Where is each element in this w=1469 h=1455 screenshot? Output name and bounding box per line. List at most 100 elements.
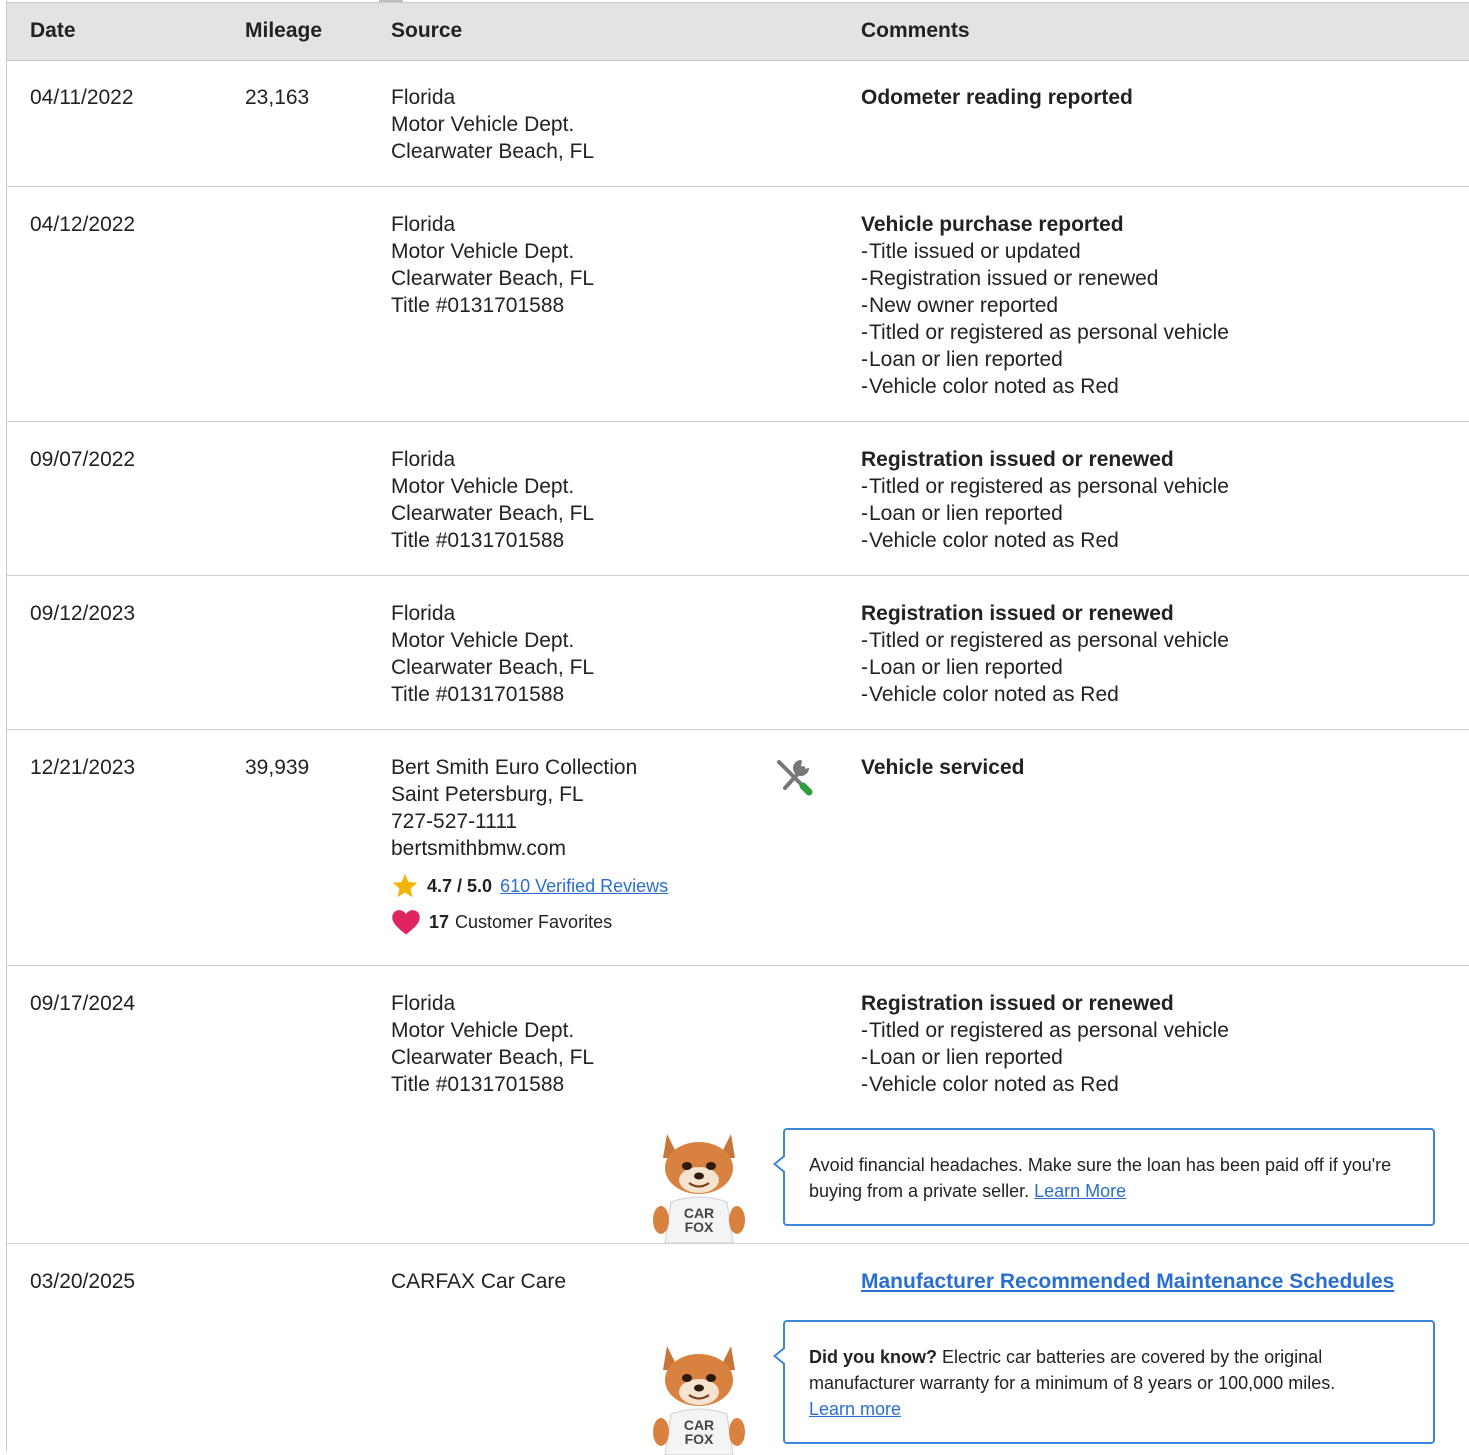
rating-score: 4.7 / 5.0 [427,876,493,896]
source-line: Motor Vehicle Dept. [391,113,575,136]
comment-detail: Loan or lien reported [861,1044,1229,1071]
table-row: 09/17/2024 Florida Motor Vehicle Dept. C… [7,966,1469,1244]
comment-title: Registration issued or renewed [861,602,1174,625]
source-line: Title #0131701588 [391,683,565,706]
row-comments: Manufacturer Recommended Maintenance Sch… [861,1268,1394,1295]
comment-title: Odometer reading reported [861,86,1133,109]
comment-detail: Title issued or updated [861,238,1229,265]
verified-reviews-link[interactable]: 610 Verified Reviews [500,873,668,899]
service-wrench-icon [777,760,813,796]
row-mileage: 39,939 [245,756,310,779]
source-line: Motor Vehicle Dept. [391,240,575,263]
comment-detail: Registration issued or renewed [861,265,1229,292]
table-row: 03/20/2025 CARFAX Car Care Manufacturer … [7,1244,1469,1455]
row-source: Florida Motor Vehicle Dept. Clearwater B… [391,211,594,319]
row-comments: Odometer reading reported [861,84,1133,111]
table-row: 12/21/2023 39,939 Bert Smith Euro Collec… [7,730,1469,966]
row-date: 04/12/2022 [30,213,136,236]
row-date: 03/20/2025 [30,1270,136,1293]
learn-more-link[interactable]: Learn more [809,1399,901,1419]
table-row: 09/07/2022 Florida Motor Vehicle Dept. C… [7,422,1469,576]
star-icon [392,873,418,898]
source-line: Bert Smith Euro Collection [391,756,638,779]
row-comments: Registration issued or renewed Titled or… [861,600,1229,708]
row-date: 12/21/2023 [30,756,136,779]
comment-detail: Vehicle color noted as Red [861,527,1229,554]
customer-favorites: 17 Customer Favorites [391,908,668,936]
header-comments: Comments [861,19,970,42]
source-line: Florida [391,448,456,471]
source-line: 727-527-1111 [391,810,518,833]
source-line: Florida [391,992,456,1015]
ev-battery-tip-callout: Did you know? Electric car batteries are… [773,1320,1435,1444]
favorites-label: Customer Favorites [455,912,613,932]
row-source: CARFAX Car Care [391,1268,566,1295]
header-mileage: Mileage [245,19,323,42]
table-row: 09/12/2023 Florida Motor Vehicle Dept. C… [7,576,1469,730]
source-line: Motor Vehicle Dept. [391,1019,575,1042]
header-source: Source [391,19,463,42]
comment-detail: New owner reported [861,292,1229,319]
source-line: Title #0131701588 [391,529,565,552]
dealer-rating: 4.7 / 5.0 610 Verified Reviews [391,872,668,900]
source-line: Saint Petersburg, FL [391,783,584,806]
learn-more-link[interactable]: Learn More [1034,1181,1126,1201]
comment-detail: Titled or registered as personal vehicle [861,319,1229,346]
comment-detail: Titled or registered as personal vehicle [861,1017,1229,1044]
carfox-mascot-icon: CAR FOX [653,1346,745,1455]
fox-shirt-text: FOX [685,1219,714,1235]
source-line: Clearwater Beach, FL [391,656,595,679]
source-line: CARFAX Car Care [391,1270,567,1293]
loan-tip-callout: Avoid financial headaches. Make sure the… [773,1128,1435,1226]
source-line: Title #0131701588 [391,1073,565,1096]
vehicle-history-table: Date Mileage Source Comments 04/11/2022 … [6,0,1469,1455]
table-row: 04/12/2022 Florida Motor Vehicle Dept. C… [7,187,1469,422]
comment-detail: Loan or lien reported [861,346,1229,373]
comment-detail: Titled or registered as personal vehicle [861,473,1229,500]
source-line: Florida [391,602,456,625]
row-source: Florida Motor Vehicle Dept. Clearwater B… [391,84,594,165]
comment-detail: Vehicle color noted as Red [861,373,1229,400]
heart-icon [392,910,420,935]
header-date: Date [30,19,76,42]
row-date: 09/17/2024 [30,992,136,1015]
comment-title: Vehicle serviced [861,756,1025,779]
source-line: Clearwater Beach, FL [391,1046,595,1069]
row-date: 09/07/2022 [30,448,136,471]
source-line: Clearwater Beach, FL [391,267,595,290]
source-line: Motor Vehicle Dept. [391,629,575,652]
comment-detail: Vehicle color noted as Red [861,1071,1229,1098]
source-line: Clearwater Beach, FL [391,502,595,525]
favorites-count: 17 [429,912,450,932]
table-header: Date Mileage Source Comments [7,2,1469,61]
row-source: Florida Motor Vehicle Dept. Clearwater B… [391,600,594,708]
comment-title: Registration issued or renewed [861,992,1174,1015]
source-line: Florida [391,86,456,109]
source-line: Motor Vehicle Dept. [391,475,575,498]
comment-detail: Loan or lien reported [861,654,1229,681]
tip-bold: Did you know? [809,1347,937,1367]
row-comments: Registration issued or renewed Titled or… [861,990,1229,1098]
maintenance-schedules-link[interactable]: Manufacturer Recommended Maintenance Sch… [861,1270,1394,1293]
comment-title: Vehicle purchase reported [861,213,1124,236]
comment-detail: Vehicle color noted as Red [861,681,1229,708]
row-source: Florida Motor Vehicle Dept. Clearwater B… [391,990,594,1098]
row-comments: Vehicle purchase reported Title issued o… [861,211,1229,400]
row-mileage: 23,163 [245,86,310,109]
row-source: Bert Smith Euro Collection Saint Petersb… [391,754,668,936]
source-line: Clearwater Beach, FL [391,140,595,163]
row-date: 04/11/2022 [30,86,134,109]
comment-title: Registration issued or renewed [861,448,1174,471]
row-source: Florida Motor Vehicle Dept. Clearwater B… [391,446,594,554]
fox-shirt-text: FOX [685,1431,714,1447]
source-line: Title #0131701588 [391,294,565,317]
row-date: 09/12/2023 [30,602,136,625]
row-comments: Registration issued or renewed Titled or… [861,446,1229,554]
table-row: 04/11/2022 23,163 Florida Motor Vehicle … [7,60,1469,187]
comment-detail: Loan or lien reported [861,500,1229,527]
source-line: bertsmithbmw.com [391,837,567,860]
source-line: Florida [391,213,456,236]
comment-detail: Titled or registered as personal vehicle [861,627,1229,654]
carfox-mascot-icon: CAR FOX [653,1134,745,1243]
row-comments: Vehicle serviced [861,754,1024,781]
